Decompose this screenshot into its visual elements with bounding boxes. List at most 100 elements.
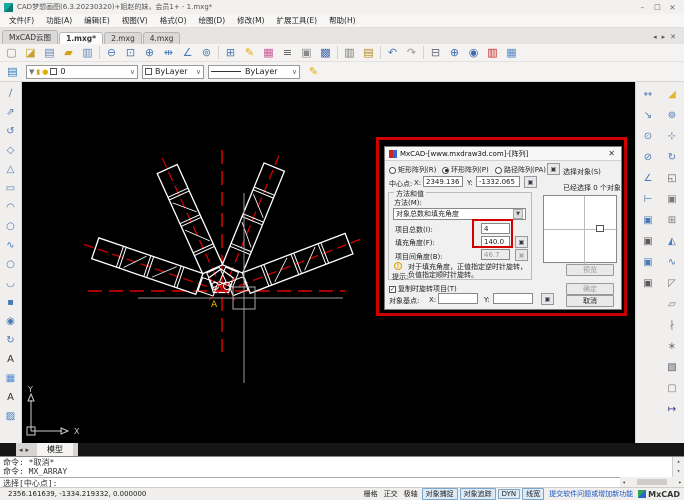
mirror-icon[interactable]: ◭ — [663, 231, 681, 252]
select-objects-pick-button[interactable]: ▣ — [547, 163, 560, 175]
base-x-input[interactable] — [438, 293, 478, 304]
command-scrollbar-vertical[interactable]: ▴▾ — [672, 457, 684, 478]
line-icon[interactable]: ∕ — [2, 84, 20, 103]
maximize-button[interactable]: ☐ — [650, 3, 665, 12]
menu-item-1[interactable]: 功能(A) — [40, 15, 78, 26]
layer-copy-2-icon[interactable]: ▣ — [639, 231, 657, 252]
base-pick-button[interactable]: ▣ — [541, 293, 554, 305]
print-icon[interactable]: ⊟ — [426, 45, 445, 61]
point-icon[interactable]: ▪ — [2, 293, 20, 312]
revcloud-icon[interactable]: ↺ — [2, 122, 20, 141]
polyline-icon[interactable]: ⇗ — [2, 103, 20, 122]
dim-radius-icon[interactable]: ⊙ — [639, 126, 657, 147]
doc-tab-2[interactable]: 2.mxg — [104, 32, 142, 44]
layout-scroll-left-icon[interactable]: ◂ — [19, 446, 23, 454]
move-icon[interactable]: ⊹ — [663, 126, 681, 147]
save-colorful-icon[interactable]: ▩ — [316, 45, 335, 61]
block-rotate-icon[interactable]: ↻ — [2, 331, 20, 350]
cancel-button[interactable]: 取消 — [566, 295, 614, 307]
ellipse-icon[interactable]: ○ — [2, 255, 20, 274]
close-button[interactable]: ✕ — [665, 3, 680, 12]
zoom-extents-icon[interactable]: ⊕ — [140, 45, 159, 61]
axis-icon[interactable]: ∠ — [178, 45, 197, 61]
zoom-previous-icon[interactable]: ⊖ — [102, 45, 121, 61]
dim-diameter-icon[interactable]: ⊘ — [639, 147, 657, 168]
tab-scroll-right-icon[interactable]: ▸ — [662, 33, 666, 41]
save-icon[interactable]: ▥ — [78, 45, 97, 61]
menu-item-6[interactable]: 修改(M) — [231, 15, 270, 26]
fill-angle-pick-button[interactable]: ▣ — [515, 236, 528, 248]
linetype-manager-icon[interactable]: ≡ — [278, 45, 297, 61]
open-wizard-icon[interactable]: ◪ — [21, 45, 40, 61]
linetype-combo-arrow-icon[interactable]: ∨ — [289, 68, 297, 76]
draw-pencil-icon[interactable]: ✎ — [240, 45, 259, 61]
undo-icon[interactable]: ↶ — [383, 45, 402, 61]
polygon-icon[interactable]: ◇ — [2, 141, 20, 160]
closed-poly-icon[interactable]: △ — [2, 160, 20, 179]
status-toggle-5[interactable]: DYN — [498, 489, 521, 499]
menu-item-0[interactable]: 文件(F) — [3, 15, 40, 26]
box-3d-icon[interactable]: ▧ — [663, 357, 681, 378]
menu-item-4[interactable]: 格式(O) — [154, 15, 193, 26]
new-file-icon[interactable]: ▢ — [2, 45, 21, 61]
color-combo-arrow-icon[interactable]: ∨ — [193, 68, 201, 76]
dim-linear-icon[interactable]: ↔ — [639, 84, 657, 105]
dim-continue-icon[interactable]: ⊢ — [639, 189, 657, 210]
status-toggle-0[interactable]: 栅格 — [362, 489, 380, 499]
feedback-link[interactable]: 提交软件问题或增加新功能 — [549, 489, 633, 499]
status-toggle-3[interactable]: 对象捕捉 — [422, 488, 458, 500]
layer-combo-arrow-icon[interactable]: ∨ — [127, 68, 135, 76]
redo-icon[interactable]: ↷ — [402, 45, 421, 61]
hatch-icon[interactable]: ▨ — [2, 407, 20, 426]
zoom-rect-icon[interactable]: ⊞ — [221, 45, 240, 61]
dialog-title-bar[interactable]: MxCAD-[www.mxdraw3d.com]-[阵列] ✕ — [385, 147, 621, 161]
polygon-edit-icon[interactable]: ▱ — [663, 294, 681, 315]
layer-copy-3-icon[interactable]: ▣ — [639, 252, 657, 273]
radio-polar-array[interactable]: 环形阵列(P) — [442, 165, 489, 175]
web-globe-icon[interactable]: ◉ — [464, 45, 483, 61]
mtext-icon[interactable]: A — [2, 388, 20, 407]
status-toggle-2[interactable]: 极轴 — [402, 489, 420, 499]
image-icon[interactable]: ▦ — [2, 369, 20, 388]
break-icon[interactable]: ∤ — [663, 315, 681, 336]
rectangle-icon[interactable]: ▭ — [2, 179, 20, 198]
linetype-combo[interactable]: ByLayer ∨ — [208, 65, 300, 79]
menu-item-5[interactable]: 绘图(D) — [193, 15, 232, 26]
save-as-icon[interactable]: ▤ — [40, 45, 59, 61]
dim-aligned-icon[interactable]: ↘ — [639, 105, 657, 126]
layers-icon[interactable]: ▤ — [3, 64, 22, 80]
center-pick-button[interactable]: ▣ — [524, 176, 537, 188]
arc-icon[interactable]: ◠ — [2, 198, 20, 217]
menu-item-2[interactable]: 编辑(E) — [78, 15, 116, 26]
layer-copy-4-icon[interactable]: ▣ — [639, 273, 657, 294]
status-toggle-6[interactable]: 线宽 — [522, 488, 544, 500]
save-edit-icon[interactable]: ▤ — [359, 45, 378, 61]
open-folder-icon[interactable]: ▰ — [59, 45, 78, 61]
zoom-window-icon[interactable]: ⊡ — [121, 45, 140, 61]
join-icon[interactable]: ↦ — [663, 399, 681, 420]
dialog-close-icon[interactable]: ✕ — [608, 149, 617, 158]
command-scrollbar-horizontal[interactable]: ◂▸ — [620, 477, 684, 487]
rect-edit-icon[interactable]: ▢ — [663, 378, 681, 399]
radio-path-array[interactable]: 路径阵列(PA) — [495, 165, 546, 175]
arc-continue-icon[interactable]: ◡ — [2, 274, 20, 293]
pdf-export-icon[interactable]: ▥ — [483, 45, 502, 61]
layer-copy-1-icon[interactable]: ▣ — [639, 210, 657, 231]
tab-scroll-left-icon[interactable]: ◂ — [653, 33, 657, 41]
doc-tab-0[interactable]: MxCAD云图 — [2, 30, 58, 44]
layout-scroll-right-icon[interactable]: ▸ — [26, 446, 30, 454]
region-icon[interactable]: ◉ — [2, 312, 20, 331]
status-toggle-1[interactable]: 正交 — [382, 489, 400, 499]
doc-tab-1[interactable]: 1.mxg* — [59, 32, 103, 44]
spline-icon[interactable]: ∿ — [2, 236, 20, 255]
new-window-icon[interactable]: ▥ — [340, 45, 359, 61]
explode-icon[interactable]: ∗ — [663, 336, 681, 357]
model-tab[interactable]: 模型 — [32, 443, 78, 456]
scale-icon[interactable]: ◱ — [663, 168, 681, 189]
command-area[interactable]: 命令: *取消*命令: MX_ARRAY 选择[中心点]: ▴▾ ◂▸ — [0, 456, 684, 487]
zoom-circle-icon[interactable]: ⊚ — [197, 45, 216, 61]
extend-icon[interactable]: ◸ — [663, 273, 681, 294]
copy-icon[interactable]: ⊚ — [663, 105, 681, 126]
status-toggle-4[interactable]: 对象追踪 — [460, 488, 496, 500]
image-insert-icon[interactable]: ▦ — [502, 45, 521, 61]
